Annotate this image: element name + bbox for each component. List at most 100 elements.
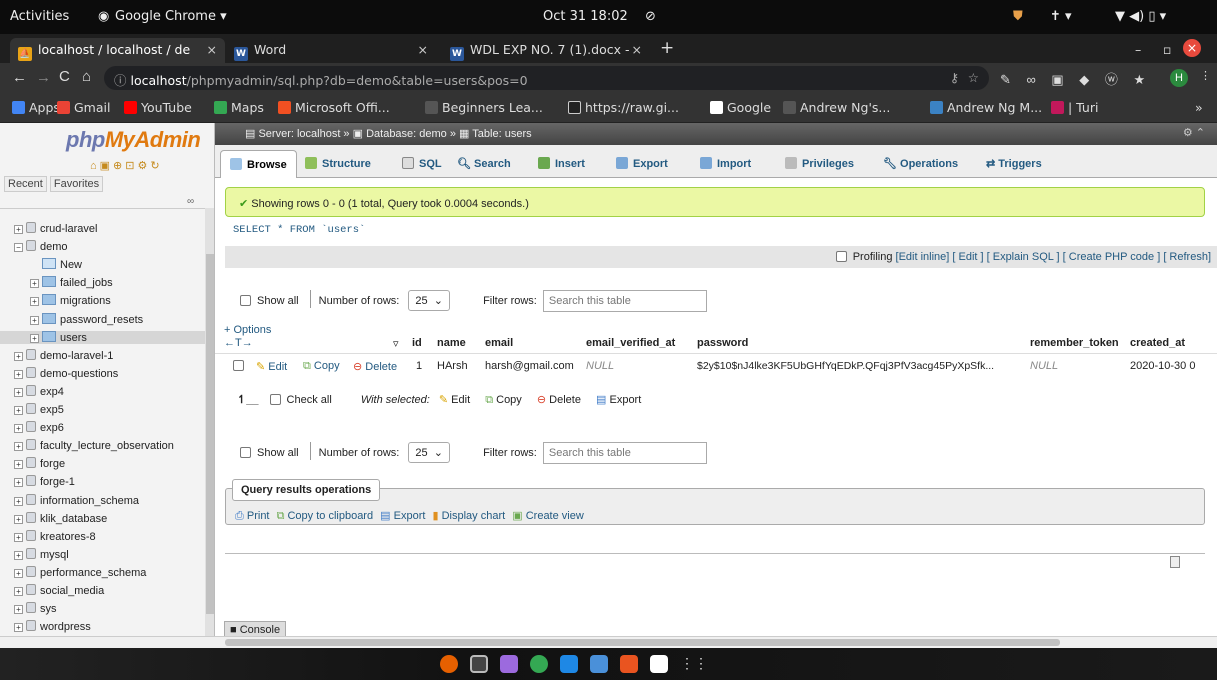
- bulk-copy-button[interactable]: ⧉ Copy: [485, 394, 522, 406]
- window-close-icon[interactable]: ×: [1183, 39, 1201, 57]
- favorites-tab[interactable]: Favorites: [49, 176, 104, 192]
- nav-icon-row[interactable]: ⌂▣⊕⊡⚙↻: [90, 159, 163, 172]
- rows-select[interactable]: 25 ⌄: [408, 290, 450, 311]
- expand-icon[interactable]: +: [14, 623, 23, 633]
- filter-rows-input[interactable]: Search this table: [542, 290, 707, 312]
- bookmark-maps[interactable]: Maps: [214, 100, 264, 115]
- expand-icon[interactable]: +: [14, 550, 23, 560]
- nav-item-wordpress[interactable]: + wordpress: [0, 620, 91, 633]
- bookmark-andrew-ng-m[interactable]: Andrew Ng M...: [930, 100, 1042, 115]
- query-action-links[interactable]: [Edit inline] [ Edit ] [ Explain SQL ] […: [896, 251, 1211, 263]
- check-all-checkbox[interactable]: [269, 394, 281, 405]
- bulk-delete-button[interactable]: ⊖ Delete: [537, 394, 581, 406]
- cell-name[interactable]: HArsh: [437, 360, 468, 372]
- software-icon[interactable]: [620, 655, 638, 673]
- bookmark-andrew-ng[interactable]: Andrew Ng's...: [783, 100, 890, 115]
- nav-item-migrations[interactable]: + migrations: [0, 294, 111, 307]
- filter-rows-input[interactable]: Search this table: [542, 442, 707, 464]
- nav-item-mysql[interactable]: + mysql: [0, 547, 69, 561]
- expand-icon[interactable]: +: [14, 442, 23, 452]
- nav-item-demo-questions[interactable]: + demo-questions: [0, 366, 118, 380]
- nav-item-crud-laravel[interactable]: + crud-laravel: [0, 222, 97, 235]
- clock[interactable]: Oct 31 18:02: [543, 9, 628, 24]
- nav-item-exp6[interactable]: + exp6: [0, 421, 64, 434]
- address-bar[interactable]: ⓘ localhost/phpmyadmin/sql.php?db=demo&t…: [104, 66, 989, 90]
- nav-item-password-resets[interactable]: + password_resets: [0, 312, 143, 326]
- create-view-link[interactable]: ▣ Create view: [512, 510, 584, 522]
- tab-structure[interactable]: Structure: [296, 150, 380, 178]
- expand-icon[interactable]: +: [14, 406, 23, 415]
- nav-item-information-schema[interactable]: + information_schema: [0, 493, 139, 507]
- column-created-at[interactable]: created_at: [1130, 337, 1185, 349]
- close-icon[interactable]: ×: [207, 42, 217, 57]
- tab-privileges[interactable]: Privileges: [776, 150, 863, 178]
- key-icon[interactable]: ⚷: [950, 70, 959, 85]
- tab-search[interactable]: 🔍︎ Search: [448, 150, 520, 178]
- settings-icon[interactable]: ⚙ ⌃: [1183, 126, 1205, 139]
- page-icon[interactable]: [1170, 556, 1180, 568]
- tab-browse[interactable]: Browse: [220, 150, 297, 178]
- column-password[interactable]: password: [697, 337, 748, 349]
- nav-item-klik-database[interactable]: + klik_database: [0, 511, 107, 525]
- nav-item-kreatores-8[interactable]: + kreatores-8: [0, 529, 96, 543]
- close-icon[interactable]: ×: [632, 42, 642, 57]
- cell-email[interactable]: harsh@gmail.com: [485, 360, 574, 372]
- extension-icons[interactable]: ✎ ∞ ▣ ◆ ⓦ ★: [1000, 69, 1151, 88]
- close-icon[interactable]: ×: [418, 42, 428, 57]
- scrollbar-thumb[interactable]: [225, 639, 1060, 646]
- system-menu-icons[interactable]: ▼ ◀) ▯ ▾: [1115, 9, 1166, 24]
- tab-phpmyadmin[interactable]: ⛵ localhost / localhost / de ×: [10, 38, 225, 63]
- nav-item-exp5[interactable]: + exp5: [0, 403, 64, 416]
- bookmark-turi[interactable]: | Turi: [1051, 100, 1098, 115]
- export-link[interactable]: ▤ Export: [380, 510, 425, 522]
- terminal-icon[interactable]: [470, 655, 488, 673]
- tab-export[interactable]: Export: [607, 150, 677, 178]
- bookmark-gmail[interactable]: Gmail: [57, 100, 110, 115]
- bookmark-office[interactable]: Microsoft Offi...: [278, 100, 390, 115]
- nav-item-failed-jobs[interactable]: + failed_jobs: [0, 276, 113, 289]
- nav-item-forge-1[interactable]: + forge-1: [0, 475, 75, 488]
- expand-icon[interactable]: +: [30, 279, 39, 289]
- nav-item-social-media[interactable]: + social_media: [0, 584, 104, 597]
- expand-icon[interactable]: +: [30, 333, 39, 343]
- tab-word[interactable]: W Word ×: [226, 38, 436, 63]
- breadcrumb-server[interactable]: Server: localhost »: [258, 128, 349, 140]
- new-tab-button[interactable]: +: [652, 38, 682, 63]
- tab-import[interactable]: Import: [691, 150, 760, 178]
- show-all-checkbox[interactable]: [240, 447, 251, 458]
- sidebar-scrollbar[interactable]: [205, 208, 214, 638]
- rows-select[interactable]: 25 ⌄: [408, 442, 450, 463]
- expand-icon[interactable]: +: [14, 587, 23, 596]
- breadcrumb-database[interactable]: Database: demo »: [366, 128, 456, 140]
- row-edit-link[interactable]: ✎ Edit: [256, 360, 287, 373]
- chrome-icon[interactable]: [530, 655, 548, 673]
- nav-item-new[interactable]: New: [0, 258, 82, 271]
- back-icon[interactable]: ←: [12, 69, 27, 86]
- tab-wdl-doc[interactable]: W WDL EXP NO. 7 (1).docx - ×: [442, 38, 650, 63]
- recent-tab[interactable]: Recent: [4, 176, 47, 192]
- bookmark-apps[interactable]: Apps: [12, 100, 60, 115]
- nav-item-demo-laravel-1[interactable]: + demo-laravel-1: [0, 348, 113, 362]
- expand-icon[interactable]: −: [14, 243, 23, 253]
- scrollbar-thumb[interactable]: [206, 254, 214, 614]
- cell-email-verified-at[interactable]: NULL: [586, 360, 614, 372]
- column-id[interactable]: id: [412, 337, 422, 349]
- nav-item-users[interactable]: + users: [0, 330, 205, 344]
- cell-password[interactable]: $2y$10$nJ4lke3KF5UbGHfYqEDkP.QFqj3PfV3ac…: [697, 360, 994, 372]
- nav-item-forge[interactable]: + forge: [0, 457, 65, 470]
- nav-item-demo[interactable]: − demo: [0, 240, 68, 253]
- sql-query[interactable]: SELECT * FROM `users`: [233, 224, 365, 236]
- bookmark-youtube[interactable]: YouTube: [124, 100, 192, 115]
- maximize-icon[interactable]: ▫: [1155, 38, 1185, 63]
- info-icon[interactable]: ⓘ: [114, 73, 130, 88]
- bookmark-google[interactable]: Google: [710, 100, 771, 115]
- bulk-edit-button[interactable]: ✎ Edit: [439, 394, 470, 406]
- tab-triggers[interactable]: ⇄ Triggers: [977, 150, 1051, 178]
- profile-avatar[interactable]: H: [1170, 69, 1188, 87]
- expand-icon[interactable]: +: [14, 424, 23, 434]
- cell-remember-token[interactable]: NULL: [1030, 360, 1058, 372]
- editor-icon[interactable]: [650, 655, 668, 673]
- app-grid-icon[interactable]: ⋮⋮: [680, 655, 708, 673]
- print-link[interactable]: ⎙ Print: [235, 510, 270, 522]
- expand-icon[interactable]: +: [14, 387, 23, 397]
